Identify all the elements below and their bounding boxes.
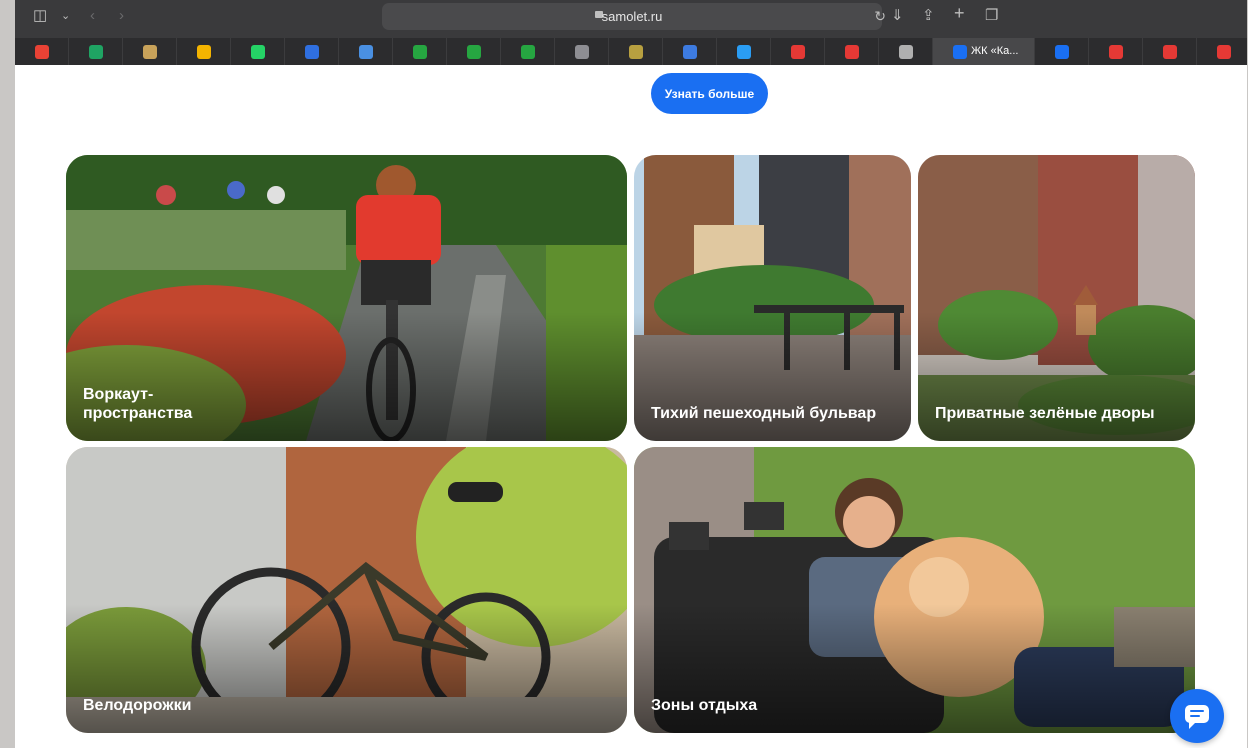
address-text: samolet.ru [601,9,663,24]
browser-tab[interactable] [1035,38,1089,65]
squares-icon [196,45,211,59]
arrow-icon [1054,45,1069,59]
v-icon [898,45,913,59]
arrow-icon [953,45,967,59]
card-label: Тихий пешеходный бульвар [651,405,877,422]
reload-icon[interactable]: ↻ [874,8,886,25]
yandex-icon [844,45,859,59]
green-house-icon [466,45,481,59]
browser-tab[interactable] [285,38,339,65]
browser-tab[interactable] [123,38,177,65]
forward-icon[interactable]: › [119,8,124,24]
chevron-down-icon[interactable]: ⌄ [61,8,70,24]
browser-tab[interactable] [177,38,231,65]
browser-tab[interactable] [717,38,771,65]
card-label: Велодорожки [83,697,192,714]
browser-tab[interactable] [663,38,717,65]
p-icon [736,45,751,59]
browser-tab[interactable] [15,38,69,65]
emblem-icon [628,45,643,59]
f-icon [574,45,589,59]
card-green-yards[interactable]: Приватные зелёные дворы [918,155,1195,441]
tab-label: ЖК «Ка... [971,45,1019,57]
yandex-icon [1216,45,1231,59]
browser-tab[interactable]: ЖК «Ка... [933,38,1035,65]
learn-more-button[interactable]: Узнать больше [651,73,768,114]
browser-toolbar: ◫ ⌄ ‹ › samolet.ru ↻ ⇓ ⇪ + ❐ [15,0,1247,38]
browser-tab[interactable] [501,38,555,65]
card-label: Приватные зелёные дворы [935,405,1155,422]
chat-icon [1185,705,1209,729]
green-house-icon [412,45,427,59]
card-label: Зоны отдыха [651,697,758,714]
browser-tab[interactable] [447,38,501,65]
heart-icon [1162,45,1177,59]
red-square-icon [790,45,805,59]
bird-icon [304,45,319,59]
address-bar[interactable]: samolet.ru ↻ [382,3,886,30]
green-app-icon [88,45,103,59]
card-bike-paths[interactable]: Велодорожки [66,447,627,733]
chart-icon [682,45,697,59]
green-house-icon [520,45,535,59]
card-label: Воркаут-пространства [83,386,193,422]
gmail-icon [34,45,49,59]
tab-strip: ЖК «Ка... [15,38,1247,65]
tab-overview-icon[interactable]: ❐ [985,8,998,24]
browser-tab[interactable] [231,38,285,65]
browser-tab[interactable] [609,38,663,65]
browser-tab[interactable] [825,38,879,65]
browser-tab[interactable] [1143,38,1197,65]
browser-tab[interactable] [339,38,393,65]
browser-tab[interactable] [69,38,123,65]
new-tab-icon[interactable]: + [954,4,965,22]
download-icon[interactable]: ⇓ [891,8,904,24]
browser-tab[interactable] [393,38,447,65]
whatsapp-icon [250,45,265,59]
mail-icon [142,45,157,59]
yandex-icon [1108,45,1123,59]
docs-icon [358,45,373,59]
card-boulevard[interactable]: Тихий пешеходный бульвар [634,155,911,441]
browser-tab[interactable] [771,38,825,65]
card-rest-zones[interactable]: Зоны отдыха [634,447,1195,733]
share-icon[interactable]: ⇪ [922,8,935,24]
browser-tab[interactable] [555,38,609,65]
browser-tab[interactable] [1197,38,1247,65]
browser-tab[interactable] [1089,38,1143,65]
back-icon[interactable]: ‹ [90,8,95,24]
card-workout[interactable]: Воркаут-пространства [66,155,627,441]
browser-window: ◫ ⌄ ‹ › samolet.ru ↻ ⇓ ⇪ + ❐ ЖК «Ка... У… [15,0,1247,748]
chat-button[interactable] [1170,689,1224,743]
browser-tab[interactable] [879,38,933,65]
sidebar-icon[interactable]: ◫ [33,8,47,24]
